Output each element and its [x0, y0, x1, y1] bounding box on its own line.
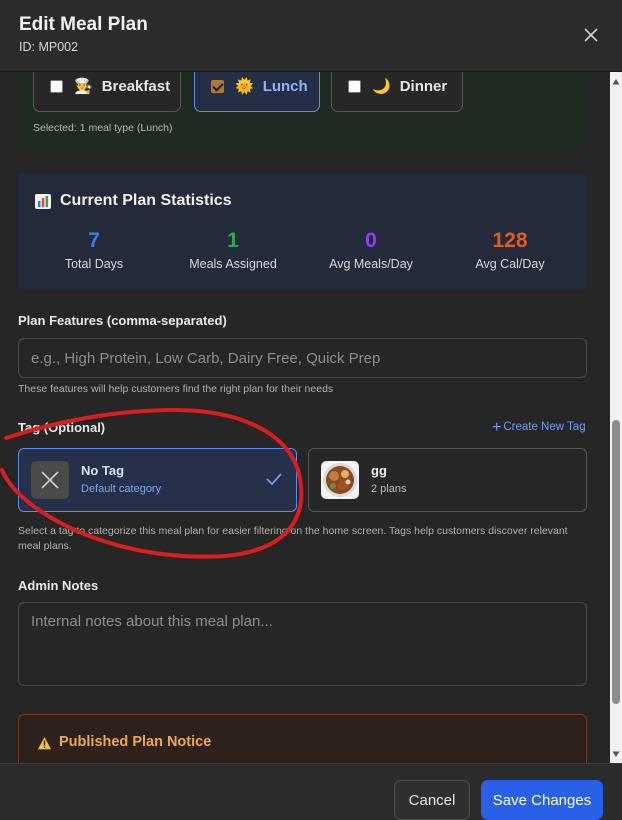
stat-label: Avg Cal/Day	[475, 257, 545, 271]
bar-chart-icon	[35, 194, 51, 209]
dinner-checkbox[interactable]	[348, 79, 361, 93]
stat-label: Avg Meals/Day	[329, 257, 413, 271]
stat-value: 0	[365, 229, 377, 252]
scrollbar-thumb[interactable]	[612, 420, 620, 704]
modal-body[interactable]: 🧑‍🍳 Breakfast 🌞 Lunch 🌙 Dinner Selected:…	[0, 72, 610, 763]
published-plan-notice: Published Plan Notice	[18, 714, 587, 763]
features-input[interactable]	[18, 338, 587, 378]
stat-value: 7	[88, 229, 100, 252]
modal-title: Edit Meal Plan	[19, 14, 148, 35]
admin-notes-label: Admin Notes	[18, 578, 99, 593]
plan-statistics-card: Current Plan Statistics 7 Total Days 1 M…	[18, 173, 587, 289]
tag-sub: Default category	[81, 483, 162, 495]
meal-type-label: Breakfast	[101, 77, 171, 95]
save-changes-button[interactable]: Save Changes	[481, 780, 603, 820]
meal-selected-text: Selected: 1 meal type (Lunch)	[33, 122, 173, 134]
close-icon[interactable]	[578, 22, 604, 48]
lunch-checkbox[interactable]	[211, 79, 224, 93]
plus-icon: +	[492, 419, 502, 436]
scroll-down-icon[interactable]	[612, 750, 620, 758]
food-image	[321, 461, 359, 499]
cancel-button[interactable]: Cancel	[394, 780, 470, 820]
features-label: Plan Features (comma-separated)	[18, 313, 227, 328]
stat-meals-assigned: 1 Meals Assigned	[163, 229, 303, 271]
meal-type-dinner[interactable]: 🌙 Dinner	[331, 72, 463, 112]
modal-footer: Cancel Save Changes	[0, 763, 622, 820]
features-help: These features will help customers find …	[18, 383, 334, 395]
create-new-tag-link[interactable]: + Create New Tag	[492, 419, 586, 437]
create-tag-label: Create New Tag	[503, 421, 586, 433]
modal-header: Edit Meal Plan ID: MP002	[0, 0, 622, 72]
chef-icon: 🧑‍🍳	[74, 78, 93, 95]
stats-title: Current Plan Statistics	[60, 192, 232, 209]
meal-type-label: Dinner	[399, 77, 448, 95]
meal-type-section: 🧑‍🍳 Breakfast 🌞 Lunch 🌙 Dinner Selected:…	[18, 72, 587, 150]
plan-id: ID: MP002	[19, 40, 79, 54]
scrollbar[interactable]	[610, 72, 622, 763]
stat-avg-cal-day: 128 Avg Cal/Day	[440, 229, 580, 271]
meal-type-label: Lunch	[262, 77, 308, 95]
admin-notes-textarea[interactable]	[18, 602, 587, 686]
check-icon	[266, 473, 282, 486]
tag-label: Tag (Optional)	[18, 420, 106, 435]
sun-icon: 🌞	[235, 78, 254, 95]
meal-type-breakfast[interactable]: 🧑‍🍳 Breakfast	[33, 72, 181, 112]
meal-type-lunch[interactable]: 🌞 Lunch	[194, 72, 320, 112]
tag-sub: 2 plans	[371, 483, 407, 495]
tag-name: gg	[371, 463, 387, 478]
stat-label: Total Days	[64, 257, 124, 271]
tag-option-no-tag[interactable]: No Tag Default category	[18, 448, 297, 512]
stat-value: 128	[492, 229, 528, 252]
warning-icon	[37, 736, 52, 750]
breakfast-checkbox[interactable]	[50, 79, 63, 93]
tag-name: No Tag	[81, 463, 125, 478]
no-tag-icon	[31, 461, 69, 499]
stat-value: 1	[227, 229, 239, 252]
tag-option-gg[interactable]: gg 2 plans	[308, 448, 587, 512]
stat-avg-meals-day: 0 Avg Meals/Day	[301, 229, 441, 271]
notice-title: Published Plan Notice	[59, 734, 212, 750]
tag-help: Select a tag to categorize this meal pla…	[18, 525, 568, 552]
moon-icon: 🌙	[372, 78, 391, 95]
stat-total-days: 7 Total Days	[24, 229, 164, 271]
scroll-up-icon[interactable]	[612, 78, 620, 86]
stat-label: Meals Assigned	[189, 257, 277, 271]
